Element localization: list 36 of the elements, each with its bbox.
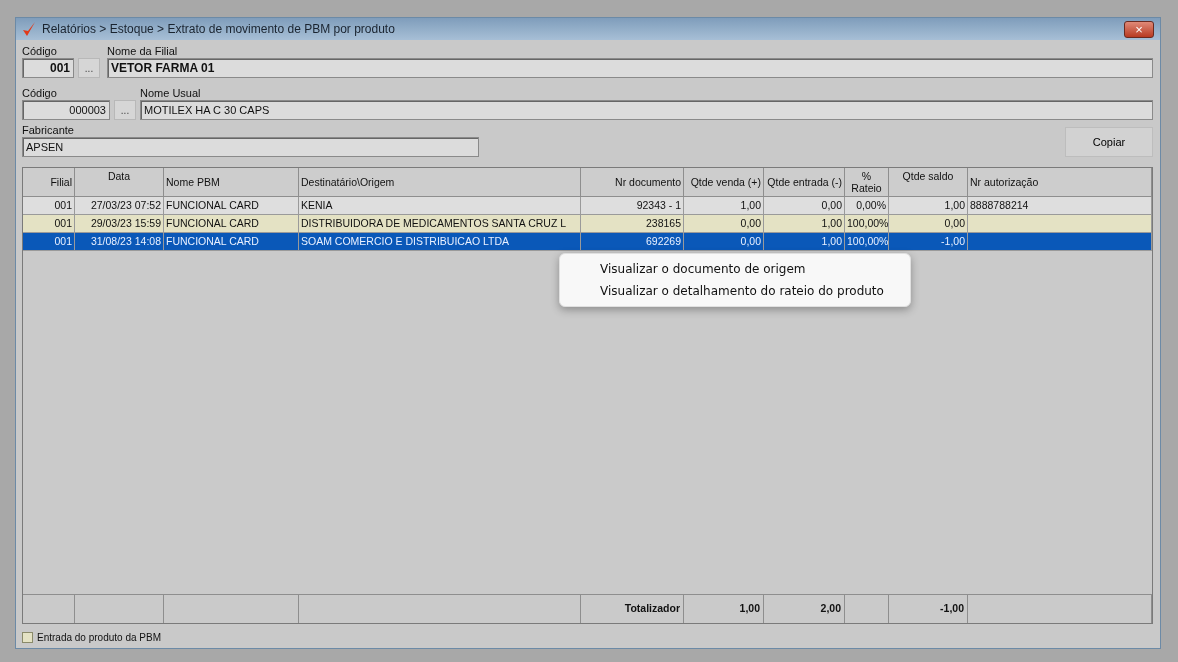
field-label: Código <box>22 44 58 58</box>
manufacturer-field[interactable]: APSEN <box>22 137 479 157</box>
table-row[interactable]: 001 29/03/23 15:59 FUNCIONAL CARD DISTRIBUIDORA DE MEDICAMENTOS SANTA CRUZ L 238165 0,00 1,00 100,00% 0,00 <box>23 215 1152 233</box>
total-cell: Totalizador <box>581 594 684 623</box>
legend-swatch-icon <box>22 631 33 643</box>
table-cell: 692269 <box>581 233 684 251</box>
table-cell: 001 <box>23 233 75 251</box>
total-cell: -1,00 <box>889 594 968 623</box>
table-row[interactable]: 001 31/08/23 14:08 FUNCIONAL CARD SOAM COMERCIO E DISTRIBUICAO LTDA 692269 0,00 1,00 100,00% -1,00 <box>23 233 1152 251</box>
table-cell: 100,00% <box>845 233 889 251</box>
checkmark-logo-icon <box>22 21 36 37</box>
close-button[interactable]: × <box>1124 20 1154 38</box>
lookup-button[interactable]: ... <box>114 100 136 120</box>
product-name-field[interactable]: MOTILEX HA C 30 CAPS <box>140 100 1153 120</box>
branch-name-field[interactable]: VETOR FARMA 01 <box>107 58 1153 78</box>
table-cell: 1,00 <box>764 233 845 251</box>
product-code-field[interactable]: 000003 <box>22 100 110 120</box>
field-label: Nome Usual <box>140 86 202 100</box>
table-cell: 0,00 <box>684 233 764 251</box>
window-title: Relatórios > Estoque > Extrato de movimento de PBM por produto <box>42 22 395 36</box>
branch-code-field[interactable]: 001 <box>22 58 74 78</box>
legend-label: Entrada do produto da PBM <box>37 631 161 643</box>
total-cell: 1,00 <box>684 594 764 623</box>
table-cell: -1,00 <box>889 233 968 251</box>
table-cell: 31/08/23 14:08 <box>75 233 164 251</box>
table-cell: SOAM COMERCIO E DISTRIBUICAO LTDA <box>299 233 581 251</box>
lookup-button[interactable]: ... <box>78 58 100 78</box>
menu-item[interactable]: Visualizar o documento de origem <box>560 258 910 280</box>
copy-button[interactable]: Copiar <box>1065 127 1153 157</box>
table-row[interactable]: 001 27/03/23 07:52 FUNCIONAL CARD KENIA 92343 - 1 1,00 0,00 0,00% 1,00 8888788214 <box>23 197 1152 215</box>
field-label: Código <box>22 86 58 100</box>
menu-item[interactable]: Visualizar o detalhamento do rateio do produto <box>560 280 910 302</box>
total-cell: 2,00 <box>764 594 845 623</box>
table-cell: FUNCIONAL CARD <box>164 233 299 251</box>
field-label: Fabricante <box>22 123 75 137</box>
field-label: Nome da Filial <box>107 44 179 58</box>
